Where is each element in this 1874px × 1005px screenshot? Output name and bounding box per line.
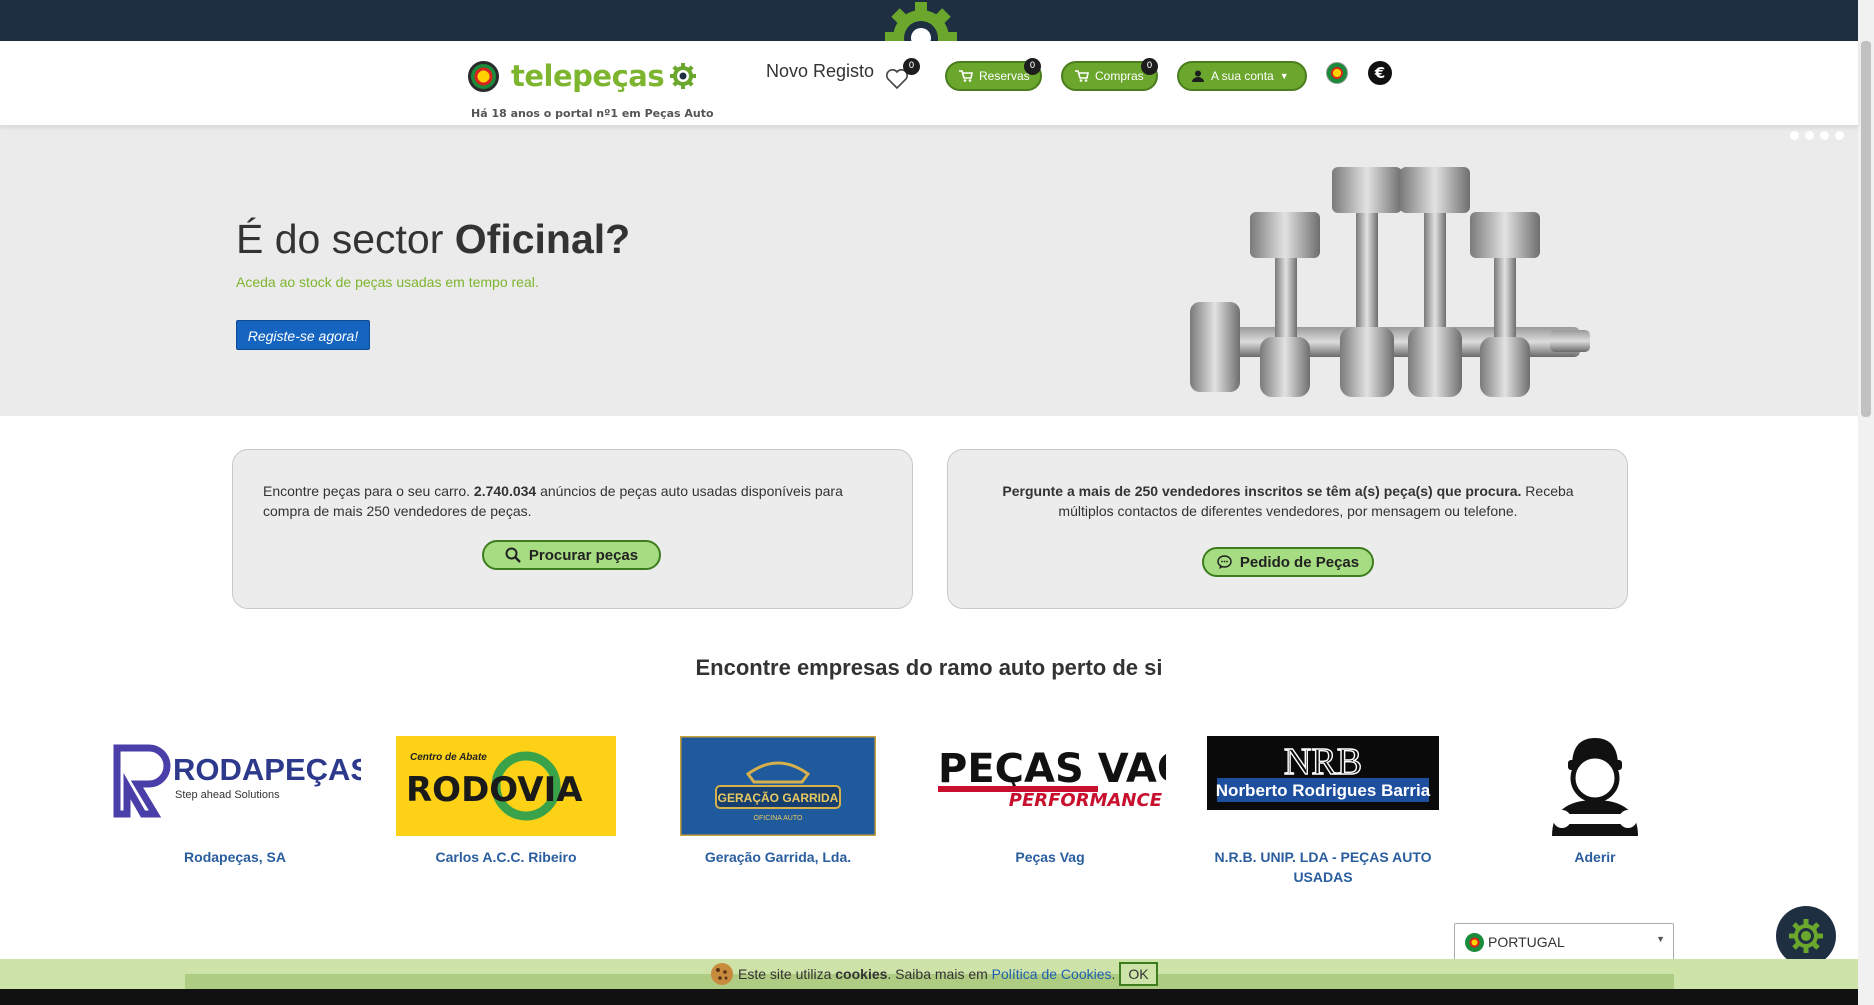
svg-text:PERFORMANCE: PERFORMANCE — [1009, 790, 1163, 811]
site-logo[interactable]: telepeças — [468, 59, 697, 93]
svg-text:RODAPEÇAS: RODAPEÇAS — [173, 752, 361, 787]
compras-count-badge: 0 — [1141, 58, 1158, 75]
company-name[interactable]: N.R.B. UNIP. LDA - PEÇAS AUTO USADAS — [1207, 847, 1439, 887]
company-name[interactable]: Peças Vag — [934, 847, 1166, 867]
account-label: A sua conta — [1211, 69, 1274, 83]
flag-icon — [1465, 932, 1484, 952]
svg-text:RODOVIA: RODOVIA — [406, 770, 583, 810]
rodovia-logo: Centro de Abate RODOVIA — [396, 736, 616, 836]
tagline: Há 18 anos o portal nº1 em Peças Auto — [471, 107, 714, 120]
scrollbar-thumb[interactable] — [1861, 41, 1871, 417]
logo-text: telepeças — [511, 59, 665, 93]
chat-icon — [1217, 554, 1232, 569]
svg-text:NRB: NRB — [1284, 741, 1362, 783]
carousel-dot[interactable] — [1820, 131, 1829, 140]
wishlist-count-badge: 0 — [903, 58, 920, 75]
hero-title-regular: É do sector — [236, 216, 455, 262]
company-card[interactable]: NRB Norberto Rodrigues Barria N.R.B. UNI… — [1207, 736, 1439, 885]
hero-subtitle: Aceda ao stock de peças usadas em tempo … — [236, 274, 539, 290]
language-flag-icon[interactable] — [1326, 62, 1348, 84]
search-parts-card: Encontre peças para o seu carro. 2.740.0… — [232, 449, 913, 609]
search-text-before: Encontre peças para o seu carro. — [263, 483, 474, 499]
hero-banner: É do sector Oficinal? Aceda ao stock de … — [0, 126, 1858, 416]
register-now-button[interactable]: Registe-se agora! — [236, 320, 370, 350]
parts-request-description: Pergunte a mais de 250 vendedores inscri… — [978, 481, 1598, 521]
carousel-dots[interactable] — [1790, 131, 1844, 140]
cart-icon — [1075, 70, 1089, 82]
company-card[interactable]: GERAÇÃO GARRIDA OFICINA AUTO Geração Gar… — [678, 734, 878, 865]
carousel-dot[interactable] — [1835, 131, 1844, 140]
company-name[interactable]: Geração Garrida, Lda. — [680, 847, 876, 867]
compras-label: Compras — [1095, 69, 1144, 83]
company-card[interactable]: Aderir — [1542, 736, 1648, 865]
cookie-text-before: Este site utiliza — [738, 966, 836, 982]
site-header: telepeças Há 18 anos o portal nº1 em Peç… — [0, 41, 1858, 126]
cookie-text-end: . — [1111, 966, 1116, 982]
geracao-garrida-logo: GERAÇÃO GARRIDA OFICINA AUTO — [678, 734, 878, 838]
euro-icon[interactable]: € — [1368, 61, 1392, 85]
nrb-logo: NRB Norberto Rodrigues Barria — [1207, 736, 1439, 810]
account-menu-button[interactable]: A sua conta ▼ — [1177, 61, 1307, 91]
country-select[interactable]: PORTUGAL ▼ — [1454, 923, 1674, 961]
rodapecas-logo: RODAPEÇAS Step ahead Solutions — [113, 744, 371, 818]
search-parts-button[interactable]: Procurar peças — [482, 540, 661, 570]
reservas-count-badge: 0 — [1024, 58, 1041, 75]
caret-down-icon: ▼ — [1279, 71, 1289, 81]
hero-title: É do sector Oficinal? — [236, 216, 630, 263]
cookie-ok-button[interactable]: OK — [1119, 962, 1158, 986]
flag-icon — [468, 60, 499, 92]
join-link[interactable]: Aderir — [1542, 847, 1648, 867]
search-icon — [505, 547, 521, 563]
cookie-text-bold: cookies — [835, 966, 888, 982]
novo-registo-link[interactable]: Novo Registo — [766, 61, 874, 82]
svg-text:Norberto Rodrigues Barria: Norberto Rodrigues Barria — [1216, 781, 1431, 800]
cart-icon — [959, 70, 973, 82]
parts-request-card: Pergunte a mais de 250 vendedores inscri… — [947, 449, 1628, 609]
cookie-policy-link[interactable]: Política de Cookies — [992, 966, 1112, 982]
parts-request-button[interactable]: Pedido de Peças — [1202, 547, 1374, 577]
caret-down-icon: ▼ — [1656, 934, 1665, 944]
company-name[interactable]: Carlos A.C.C. Ribeiro — [396, 847, 616, 867]
reservas-label: Reservas — [979, 69, 1030, 83]
gear-icon — [1789, 919, 1823, 953]
company-card[interactable]: PEÇAS VAG PERFORMANCE Peças Vag — [934, 736, 1190, 865]
company-card[interactable]: RODAPEÇAS Step ahead Solutions Rodapeças… — [109, 736, 371, 865]
top-bar — [0, 0, 1874, 41]
user-icon — [1192, 70, 1204, 82]
bottom-bar — [0, 989, 1874, 1005]
gear-icon — [883, 0, 959, 41]
company-card[interactable]: Centro de Abate RODOVIA Carlos A.C.C. Ri… — [396, 736, 616, 865]
cookie-message: Este site utiliza cookies. Saiba mais em… — [710, 962, 1158, 986]
cookie-icon — [711, 963, 733, 985]
request-text-bold: Pergunte a mais de 250 vendedores inscri… — [1002, 483, 1522, 499]
hero-title-bold: Oficinal? — [454, 216, 631, 262]
search-parts-label: Procurar peças — [528, 546, 639, 564]
svg-text:PEÇAS VAG: PEÇAS VAG — [938, 746, 1166, 792]
cookie-text-middle: . Saiba mais em — [887, 966, 992, 982]
carousel-dot[interactable] — [1805, 131, 1814, 140]
parts-request-label: Pedido de Peças — [1239, 553, 1360, 571]
support-chat-button[interactable] — [1776, 906, 1836, 966]
pecas-vag-logo: PEÇAS VAG PERFORMANCE — [938, 746, 1190, 811]
svg-text:OFICINA AUTO: OFICINA AUTO — [754, 815, 803, 822]
search-parts-description: Encontre peças para o seu carro. 2.740.0… — [263, 481, 863, 521]
listings-count: 2.740.034 — [473, 483, 537, 499]
gear-icon — [670, 63, 697, 89]
companies-section-title: Encontre empresas do ramo auto perto de … — [695, 655, 1163, 680]
svg-text:GERAÇÃO GARRIDA: GERAÇÃO GARRIDA — [718, 790, 839, 805]
company-name[interactable]: Rodapeças, SA — [109, 847, 361, 867]
svg-text:Centro de Abate: Centro de Abate — [410, 752, 487, 763]
svg-text:Step ahead Solutions: Step ahead Solutions — [175, 789, 280, 801]
carousel-dot[interactable] — [1790, 131, 1799, 140]
mechanic-user-icon — [1552, 738, 1638, 836]
country-select-value: PORTUGAL — [1488, 934, 1565, 950]
engine-crankshaft-image — [1190, 167, 1590, 397]
